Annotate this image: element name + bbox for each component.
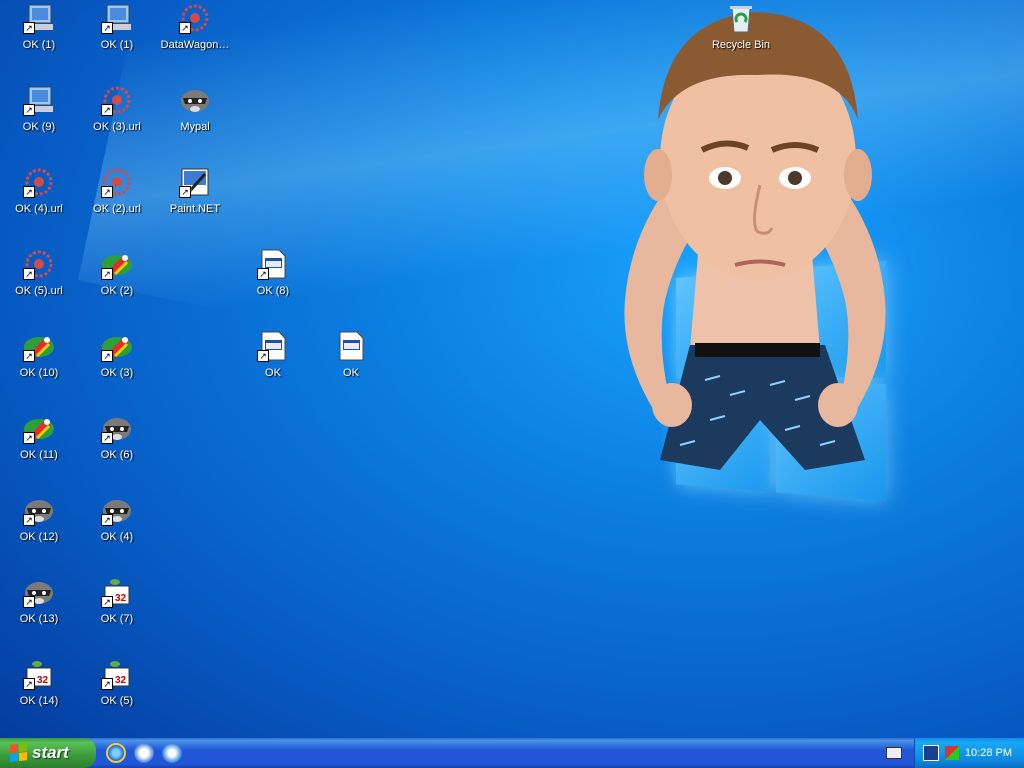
raccoon-icon: ↗ xyxy=(101,494,133,526)
svg-text:32: 32 xyxy=(115,593,127,604)
recycle-bin-icon xyxy=(725,2,757,34)
document-icon xyxy=(335,330,367,362)
desktop-icon-datawagon[interactable]: ↗ DataWagon… xyxy=(156,2,234,82)
desktop-icon-ok-3[interactable]: ↗ OK (3) xyxy=(78,330,156,410)
desktop-icon-ok-5-url[interactable]: ↗ OK (5).url xyxy=(0,248,78,328)
windows-flag-icon xyxy=(10,743,28,763)
web-shortcut-icon: ↗ xyxy=(101,166,133,198)
keyboard-icon[interactable] xyxy=(886,747,902,759)
desktop-icon-ok-2[interactable]: ↗ OK (2) xyxy=(78,248,156,328)
start-label: start xyxy=(32,743,69,762)
desktop-icon-recycle-bin[interactable]: Recycle Bin xyxy=(702,2,780,82)
security-icon[interactable] xyxy=(944,746,959,760)
desktop-icon-ok-1-b[interactable]: ↗ OK (1) xyxy=(78,2,156,82)
desktop-icon-ok-1[interactable]: ↗ OK (1) xyxy=(0,2,78,82)
web-shortcut-icon: ↗ xyxy=(23,248,55,280)
web-shortcut-icon: ↗ xyxy=(101,84,133,116)
system-tray: 10:28 PM xyxy=(914,738,1024,768)
raccoon-icon: ↗ xyxy=(101,412,133,444)
desktop-icon-ok-a[interactable]: ↗ OK xyxy=(234,330,312,410)
parrot-icon: ↗ xyxy=(101,248,133,280)
computer-icon: ↗ xyxy=(101,2,133,34)
desktop-icon-mypal[interactable]: Mypal xyxy=(156,84,234,164)
setup32-icon: 32 ↗ xyxy=(101,576,133,608)
quick-launch xyxy=(106,743,182,763)
desktop-icon-ok-2-url[interactable]: ↗ OK (2).url xyxy=(78,166,156,246)
desktop-icon-ok-6[interactable]: ↗ OK (6) xyxy=(78,412,156,492)
document-icon: ↗ xyxy=(257,330,289,362)
internet-explorer-icon[interactable] xyxy=(106,743,126,763)
computer-icon: ↗ xyxy=(23,84,55,116)
setup32-icon: 32 ↗ xyxy=(101,658,133,690)
setup32-icon: 32 ↗ xyxy=(23,658,55,690)
desktop-icon-ok-9[interactable]: ↗ OK (9) xyxy=(0,84,78,164)
taskbar: start 10:28 PM xyxy=(0,738,1024,768)
paint-net-icon: ↗ xyxy=(179,166,211,198)
network-icon[interactable] xyxy=(922,745,939,761)
raccoon-icon xyxy=(179,84,211,116)
start-button[interactable]: start xyxy=(0,738,96,768)
desktop-icon-paint-net[interactable]: ↗ Paint.NET xyxy=(156,166,234,246)
media-player-icon[interactable] xyxy=(162,743,182,763)
document-icon: ↗ xyxy=(257,248,289,280)
svg-text:32: 32 xyxy=(115,675,127,686)
web-shortcut-icon: ↗ xyxy=(23,166,55,198)
raccoon-icon: ↗ xyxy=(23,576,55,608)
desktop-icon-ok-b[interactable]: OK xyxy=(312,330,390,410)
web-shortcut-icon: ↗ xyxy=(179,2,211,34)
desktop-icon-ok-11[interactable]: ↗ OK (11) xyxy=(0,412,78,492)
desktop-icon-ok-8[interactable]: ↗ OK (8) xyxy=(234,248,312,328)
parrot-icon: ↗ xyxy=(101,330,133,362)
desktop-icon-ok-4[interactable]: ↗ OK (4) xyxy=(78,494,156,574)
svg-text:32: 32 xyxy=(37,675,49,686)
computer-icon: ↗ xyxy=(23,2,55,34)
desktop-icon-ok-12[interactable]: ↗ OK (12) xyxy=(0,494,78,574)
parrot-icon: ↗ xyxy=(23,412,55,444)
parrot-icon: ↗ xyxy=(23,330,55,362)
desktop-icon-ok-4-url[interactable]: ↗ OK (4).url xyxy=(0,166,78,246)
desktop: ↗ OK (1) ↗ OK (9) ↗ OK (4).url ↗ OK (5).… xyxy=(0,0,1024,738)
desktop-icon-ok-5[interactable]: 32 ↗ OK (5) xyxy=(78,658,156,738)
clock[interactable]: 10:28 PM xyxy=(965,747,1012,759)
desktop-icon-ok-13[interactable]: ↗ OK (13) xyxy=(0,576,78,656)
email-icon[interactable] xyxy=(134,743,154,763)
desktop-icon-ok-10[interactable]: ↗ OK (10) xyxy=(0,330,78,410)
desktop-icon-ok-14[interactable]: 32 ↗ OK (14) xyxy=(0,658,78,738)
desktop-icon-ok-7[interactable]: 32 ↗ OK (7) xyxy=(78,576,156,656)
raccoon-icon: ↗ xyxy=(23,494,55,526)
desktop-icon-ok-3-url[interactable]: ↗ OK (3).url xyxy=(78,84,156,164)
